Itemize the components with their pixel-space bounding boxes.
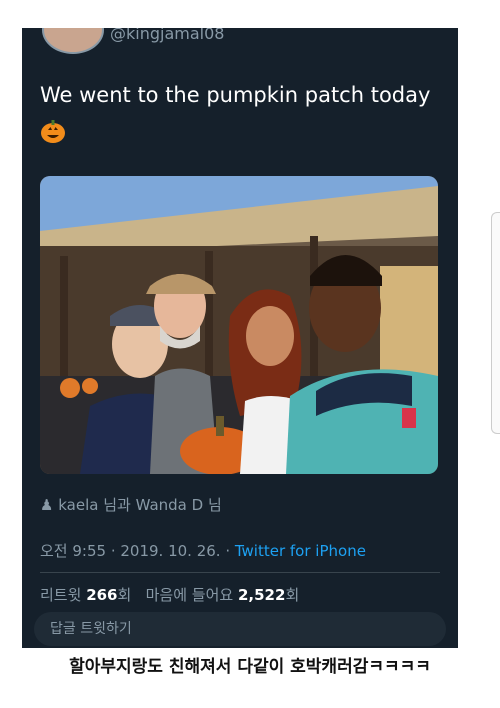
tweet-card: @kingjamal08 We went to the pumpkin patc… [22,28,458,648]
retweet-stat[interactable]: 리트윗 266회 [40,586,131,604]
retweet-unit: 회 [117,586,132,604]
like-stat[interactable]: 마음에 들어요 2,522회 [146,586,300,604]
tweet-timestamp[interactable]: 오전 9:55 · 2019. 10. 26. · [40,542,235,560]
tweet-stats: 리트윗 266회 마음에 들어요 2,522회 [40,584,299,605]
person-icon: ♟ [40,496,54,514]
like-label: 마음에 들어요 [145,586,234,604]
photo-image [40,176,438,474]
tweet-photo[interactable] [40,176,438,474]
scroll-handle[interactable] [491,212,500,434]
retweet-count: 266 [86,586,118,604]
tweet-source-link[interactable]: Twitter for iPhone [235,542,366,560]
like-count: 2,522 [237,586,286,604]
avatar[interactable] [42,28,104,54]
jack-o-lantern-icon [41,120,65,143]
caption-text: 할아부지랑도 친해져서 다같이 호박캐러감ㅋㅋㅋㅋ [69,657,431,677]
divider [40,572,440,573]
reply-input[interactable]: 답글 트윗하기 [34,612,446,646]
tweet-meta: 오전 9:55 · 2019. 10. 26. · Twitter for iP… [40,540,366,561]
like-unit: 회 [285,586,300,604]
tagged-users-label: kaela 님과 Wanda D 님 [58,496,222,514]
tagged-users[interactable]: ♟ kaela 님과 Wanda D 님 [40,494,222,515]
tweet-text: We went to the pumpkin patch today [40,83,431,107]
user-handle[interactable]: @kingjamal08 [110,28,224,43]
retweet-label: 리트윗 [40,586,82,604]
